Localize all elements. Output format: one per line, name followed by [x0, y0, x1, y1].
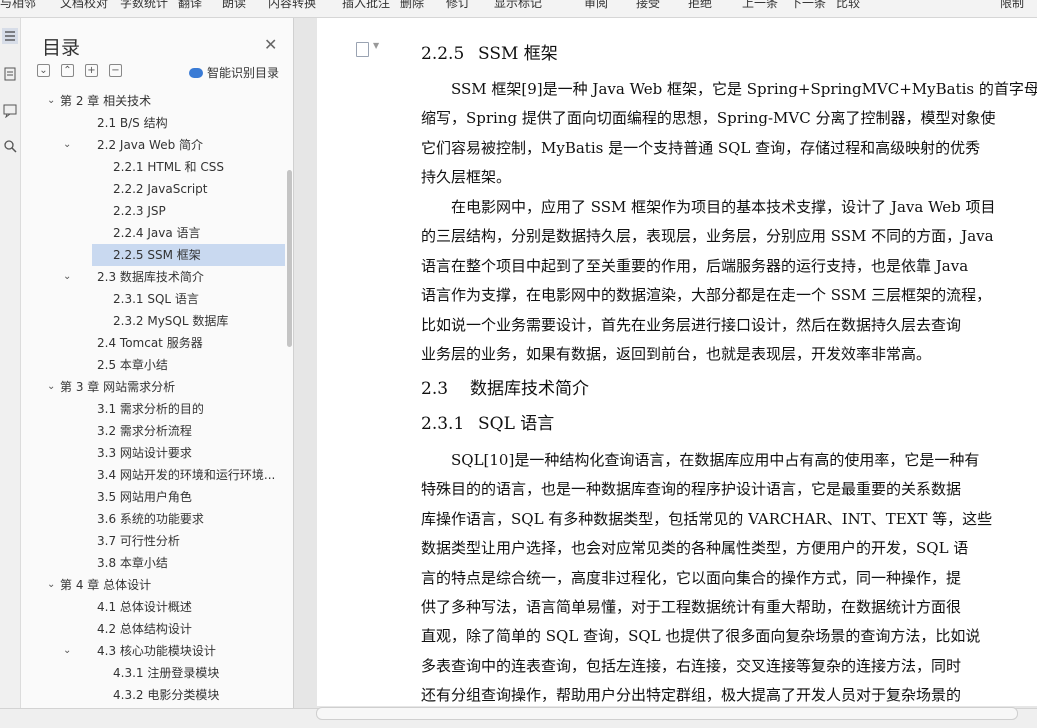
toc-panel-icon[interactable] — [2, 28, 18, 44]
ribbon-item[interactable]: 上一条 — [742, 0, 778, 11]
page-icon[interactable] — [2, 66, 18, 82]
toc-item[interactable]: 2.2.1 HTML 和 CSS — [113, 156, 282, 178]
ribbon-item[interactable]: 朗读 — [222, 0, 246, 11]
ribbon-item[interactable]: 接受 — [636, 0, 660, 11]
toc-item[interactable]: 第 2 章 相关技术 — [60, 90, 261, 112]
toc-item[interactable]: 2.2.5 SSM 框架 — [92, 244, 285, 266]
toc-item[interactable]: 2.2.2 JavaScript — [113, 178, 282, 200]
toc-item[interactable]: 3.1 需求分析的目的 — [97, 398, 282, 420]
paragraph-icon[interactable] — [356, 42, 369, 57]
toc-item[interactable]: 4.3.1 注册登录模块 — [113, 662, 282, 684]
toc-item[interactable]: 3.5 网站用户角色 — [97, 486, 282, 508]
toc-item[interactable]: 4.3 核心功能模块设计 — [97, 640, 282, 662]
paragraph: SSM 框架[9]是一种 Java Web 框架，它是 Spring+Sprin… — [421, 80, 1037, 187]
toc-item[interactable]: 4.1 总体设计概述 — [97, 596, 282, 618]
toc-scrollbar[interactable] — [287, 170, 292, 347]
toc-item[interactable]: 4.2 总体结构设计 — [97, 618, 282, 640]
ribbon-item[interactable]: 文档校对 — [60, 0, 108, 11]
toc-item[interactable]: 2.5 本章小结 — [97, 354, 282, 376]
document-page: ▼ 为 PC 服务器端提供支持，用于服务器语言。 2.2.5SSM 框架 SSM … — [317, 18, 1037, 706]
toc-item[interactable]: 2.1 B/S 结构 — [97, 112, 282, 134]
close-icon[interactable]: ✕ — [264, 35, 277, 54]
toc-item[interactable]: 3.4 网站开发的环境和运行环境... — [97, 464, 282, 486]
ribbon-item[interactable]: 翻译 — [178, 0, 202, 11]
toc-item[interactable]: 2.4 Tomcat 服务器 — [97, 332, 282, 354]
section-heading: 2.3.1 SQL 语言 — [421, 414, 555, 434]
ribbon-item[interactable]: 字数统计 — [120, 0, 168, 11]
search-icon[interactable] — [2, 138, 18, 154]
toc-item[interactable]: 第 3 章 网站需求分析 — [60, 376, 261, 398]
toc-item[interactable]: 2.2.3 JSP — [113, 200, 282, 222]
toc-title: 目录 — [42, 37, 81, 59]
toc-item[interactable]: 2.3.2 MySQL 数据库 — [113, 310, 282, 332]
toc-item[interactable]: 2.3.1 SQL 语言 — [113, 288, 282, 310]
toc-item[interactable]: 3.8 本章小结 — [97, 552, 282, 574]
ribbon-item[interactable]: 拒绝 — [688, 0, 712, 11]
chevron-down-icon[interactable]: ⌄ — [47, 579, 55, 590]
toc-item[interactable]: 第 4 章 总体设计 — [60, 574, 261, 596]
ribbon-item[interactable]: 修订 — [446, 0, 470, 11]
ribbon-item[interactable]: 内容转换 — [268, 0, 316, 11]
chevron-down-icon[interactable]: ⌄ — [63, 645, 71, 656]
horizontal-scrollbar[interactable] — [316, 707, 1018, 720]
ribbon-item[interactable]: 限制 — [1000, 0, 1024, 11]
toc-item[interactable]: 3.6 系统的功能要求 — [97, 508, 282, 530]
ribbon-item[interactable]: 显示标记 — [494, 0, 542, 11]
smart-toc-button[interactable]: 智能识别目录 — [189, 64, 279, 81]
paragraph: 在电影网中，应用了 SSM 框架作为项目的基本技术支撑，设计了 Java Web… — [421, 198, 996, 364]
ribbon-item[interactable]: 审阅 — [584, 0, 608, 11]
chevron-down-icon[interactable]: ⌄ — [47, 95, 55, 106]
ribbon-item[interactable]: 比较 — [836, 0, 860, 11]
ribbon-item[interactable]: 删除 — [400, 0, 424, 11]
chevron-down-icon[interactable]: ▼ — [373, 41, 379, 50]
cloud-icon — [189, 68, 203, 78]
section-heading: 2.2.5 SSM 框架 — [421, 44, 558, 64]
section-heading: 2.3 数据库技术简介 — [421, 379, 589, 399]
chevron-down-icon[interactable]: ⌄ — [63, 139, 71, 150]
ribbon-item[interactable]: 下一条 — [790, 0, 826, 11]
ribbon-item[interactable]: 插入批注 — [342, 0, 390, 11]
side-rail — [0, 18, 21, 708]
toc-item[interactable]: 4.3.2 电影分类模块 — [113, 684, 282, 706]
toc-item[interactable]: 3.3 网站设计要求 — [97, 442, 282, 464]
toc-item[interactable]: 3.7 可行性分析 — [97, 530, 282, 552]
cut-off-line: 为 PC 服务器端提供支持，用于服务器语言。 — [421, 18, 1006, 26]
smart-toc-label: 智能识别目录 — [207, 66, 280, 80]
toc-item[interactable]: 2.2.4 Java 语言 — [113, 222, 282, 244]
comment-icon[interactable] — [2, 102, 18, 119]
toc-item[interactable]: 3.2 需求分析流程 — [97, 420, 282, 442]
chevron-down-icon[interactable]: ⌄ — [47, 381, 55, 392]
ribbon-toolbar: 与相邻 文档校对 字数统计 翻译 朗读 内容转换 插入批注 删除 修订 显示标记 审阅 接受 拒绝 上一条… — [0, 0, 1037, 18]
chevron-down-icon[interactable]: ⌄ — [63, 271, 71, 282]
toc-panel: 目录 ✕ ⌄ ⌃ + − 智能识别目录 ⌄ 第 2 章 相关技术 2.1 B/S 结… — [21, 18, 294, 708]
toc-item[interactable]: 2.2 Java Web 简介 — [97, 134, 282, 156]
ribbon-item[interactable]: 与相邻 — [0, 0, 36, 11]
expand-all-icon[interactable]: ⌃ — [61, 64, 74, 77]
add-heading-icon[interactable]: + — [85, 64, 98, 77]
toc-item[interactable]: 2.3 数据库技术简介 — [97, 266, 282, 288]
remove-heading-icon[interactable]: − — [109, 64, 122, 77]
collapse-all-icon[interactable]: ⌄ — [37, 64, 50, 77]
paragraph: SQL[10]是一种结构化查询语言，在数据库应用中占有高的使用率，它是一种有 特殊… — [421, 451, 993, 705]
